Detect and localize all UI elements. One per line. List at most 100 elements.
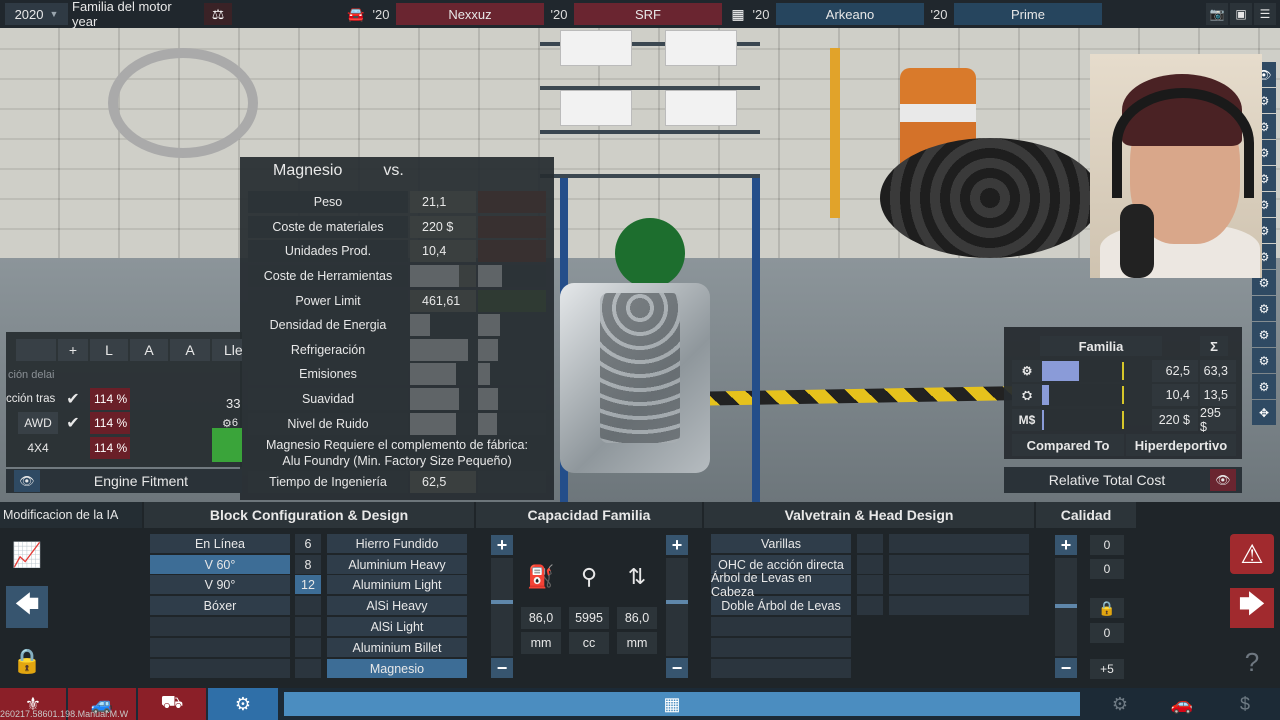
chevron-down-icon: ▼ bbox=[49, 9, 59, 19]
tool-icon[interactable]: ⚙ bbox=[1252, 348, 1276, 373]
valvetrain-option-pushrod[interactable]: Varillas bbox=[711, 534, 851, 553]
save-icon[interactable]: ▣ bbox=[1230, 3, 1252, 25]
stat-value: 220 $ bbox=[1152, 409, 1198, 431]
v12-engine-block[interactable] bbox=[560, 283, 710, 473]
slider-handle[interactable] bbox=[1055, 604, 1077, 608]
valvetrain-option-dohc[interactable]: Doble Árbol de Levas bbox=[711, 596, 851, 615]
ai-modification-tab[interactable]: Modificacion de la IA bbox=[0, 502, 142, 528]
market-icon[interactable]: $ bbox=[1214, 688, 1276, 720]
cylinder-option-8[interactable]: 8 bbox=[295, 555, 321, 574]
check-icon[interactable]: ✔ bbox=[60, 412, 86, 434]
compare-bar bbox=[478, 265, 503, 287]
rival-prime[interactable]: Prime bbox=[954, 3, 1102, 25]
material-option-alsi-heavy[interactable]: AlSi Heavy bbox=[327, 596, 467, 615]
chassis-icon[interactable]: ⛟ bbox=[138, 688, 206, 720]
displacement-unit: cc bbox=[569, 632, 609, 654]
help-icon[interactable]: ? bbox=[1230, 642, 1274, 682]
family-name-label[interactable]: Familia del motor year bbox=[72, 0, 200, 29]
stroke-slider[interactable] bbox=[666, 558, 688, 656]
stat-row-tooling-cost: Coste de Herramientas bbox=[248, 265, 546, 287]
head-option-slot bbox=[889, 575, 1029, 594]
material-option-aluminium-billet[interactable]: Aluminium Billet bbox=[327, 638, 467, 657]
design-stage-nav: ⚜ 🚙 ⛟ ⚙ ▦ ⚙ 🚗 $ bbox=[0, 688, 1280, 720]
tool-icon[interactable]: ⚙ bbox=[1252, 296, 1276, 321]
cylinder-option-12[interactable]: 12 bbox=[295, 575, 321, 594]
engine-stage-icon[interactable]: ⚙ bbox=[208, 688, 278, 720]
material-option-aluminium-light[interactable]: Aluminium Light bbox=[327, 575, 467, 594]
stroke-decrease-button[interactable]: − bbox=[666, 658, 688, 678]
relative-total-cost-label: Relative Total Cost bbox=[1048, 472, 1166, 488]
storage-box bbox=[665, 30, 737, 66]
side-value: 33 bbox=[226, 395, 241, 411]
rival-arkeano[interactable]: Arkeano bbox=[776, 3, 924, 25]
stat-label: Emisiones bbox=[248, 363, 408, 385]
move-icon[interactable]: ✥ bbox=[1252, 400, 1276, 425]
stroke-increase-button[interactable]: + bbox=[666, 535, 688, 555]
quality-decrease-button[interactable]: − bbox=[1055, 658, 1077, 678]
cylinder-empty-slot bbox=[295, 617, 321, 636]
bore-slider[interactable] bbox=[491, 558, 513, 656]
compare-scales-icon[interactable]: ⚖ bbox=[204, 3, 232, 25]
camera-icon[interactable]: 📷 bbox=[1206, 3, 1228, 25]
column-header: A bbox=[170, 339, 210, 361]
eye-icon[interactable]: 👁 bbox=[14, 470, 40, 492]
lock-icon[interactable]: 🔒 bbox=[1090, 598, 1124, 618]
material-option-cast-iron[interactable]: Hierro Fundido bbox=[327, 534, 467, 553]
stat-row-power-limit: Power Limit 461,61 bbox=[248, 290, 546, 312]
quality-slider[interactable] bbox=[1055, 558, 1077, 656]
stat-label: Peso bbox=[248, 191, 408, 213]
slider-handle[interactable] bbox=[491, 600, 513, 604]
quality-increase-button[interactable]: + bbox=[1055, 535, 1077, 555]
year-select[interactable]: 2020 ▼ bbox=[5, 3, 68, 25]
engine-block-icon[interactable]: ▦ bbox=[652, 688, 692, 720]
slider-handle[interactable] bbox=[666, 600, 688, 604]
stroke-value[interactable]: 86,0 bbox=[617, 607, 657, 629]
warning-icon[interactable]: ⚠ bbox=[1230, 534, 1274, 574]
eye-icon[interactable]: 👁 bbox=[1210, 469, 1236, 491]
next-arrow-button[interactable]: 🡆 bbox=[1230, 588, 1274, 628]
bore-increase-button[interactable]: + bbox=[491, 535, 513, 555]
engine-family-icon[interactable]: ⚙ bbox=[1090, 688, 1150, 720]
bore-decrease-button[interactable]: − bbox=[491, 658, 513, 678]
chart-icon[interactable]: 📈 bbox=[6, 534, 48, 576]
relative-total-cost-bar[interactable]: Relative Total Cost 👁 bbox=[1004, 467, 1242, 493]
valves-slot bbox=[857, 575, 883, 594]
drivetrain-label: 4X4 bbox=[27, 441, 49, 455]
stat-compare bbox=[478, 413, 546, 435]
family-header: Familia bbox=[1040, 336, 1162, 356]
menu-icon[interactable]: ☰ bbox=[1254, 3, 1276, 25]
tool-icon[interactable]: ⚙ bbox=[1252, 374, 1276, 399]
dyno-motor bbox=[615, 218, 685, 288]
valvetrain-empty-slot bbox=[711, 617, 851, 636]
material-option-aluminium-heavy[interactable]: Aluminium Heavy bbox=[327, 555, 467, 574]
target-marker bbox=[1122, 386, 1124, 404]
stat-label: Coste de materiales bbox=[248, 216, 408, 238]
rival-srf[interactable]: SRF bbox=[574, 3, 722, 25]
compared-to-select[interactable]: Hiperdeportivo bbox=[1126, 434, 1236, 456]
layout-option-v60[interactable]: V 60° bbox=[150, 555, 290, 574]
layout-option-inline[interactable]: En Línea bbox=[150, 534, 290, 553]
material-option-alsi-light[interactable]: AlSi Light bbox=[327, 617, 467, 636]
compare-bar bbox=[478, 413, 498, 435]
cylinder-option-6[interactable]: 6 bbox=[295, 534, 321, 553]
bore-value[interactable]: 86,0 bbox=[521, 607, 561, 629]
valvetrain-option-sohc[interactable]: Árbol de Levas en Cabeza bbox=[711, 571, 851, 599]
rival-year: '20 bbox=[550, 6, 568, 22]
stat-bar bbox=[410, 413, 457, 435]
tool-icon[interactable]: ⚙ bbox=[1252, 322, 1276, 347]
stat-label: Tiempo de Ingeniería bbox=[248, 471, 408, 493]
engine-fitment-bar[interactable]: 👁 Engine Fitment bbox=[6, 469, 242, 493]
check-icon[interactable]: ✔ bbox=[60, 388, 86, 410]
rival-nexxuz[interactable]: Nexxuz bbox=[396, 3, 544, 25]
stat-row-production-units: Unidades Prod. 10,4 bbox=[248, 240, 546, 262]
car-model-icon[interactable]: 🚗 bbox=[1152, 688, 1212, 720]
material-option-magnesium[interactable]: Magnesio bbox=[327, 659, 467, 678]
cylinder-empty-slot bbox=[295, 638, 321, 657]
quality-value: 0 bbox=[1090, 559, 1124, 579]
back-arrow-button[interactable]: 🡄 bbox=[6, 586, 48, 628]
layout-option-v90[interactable]: V 90° bbox=[150, 575, 290, 594]
layout-option-boxer[interactable]: Bóxer bbox=[150, 596, 290, 615]
stat-compare bbox=[478, 240, 546, 262]
lock-icon[interactable]: 🔒 bbox=[6, 640, 48, 682]
column-header-plus[interactable]: + bbox=[58, 339, 88, 361]
